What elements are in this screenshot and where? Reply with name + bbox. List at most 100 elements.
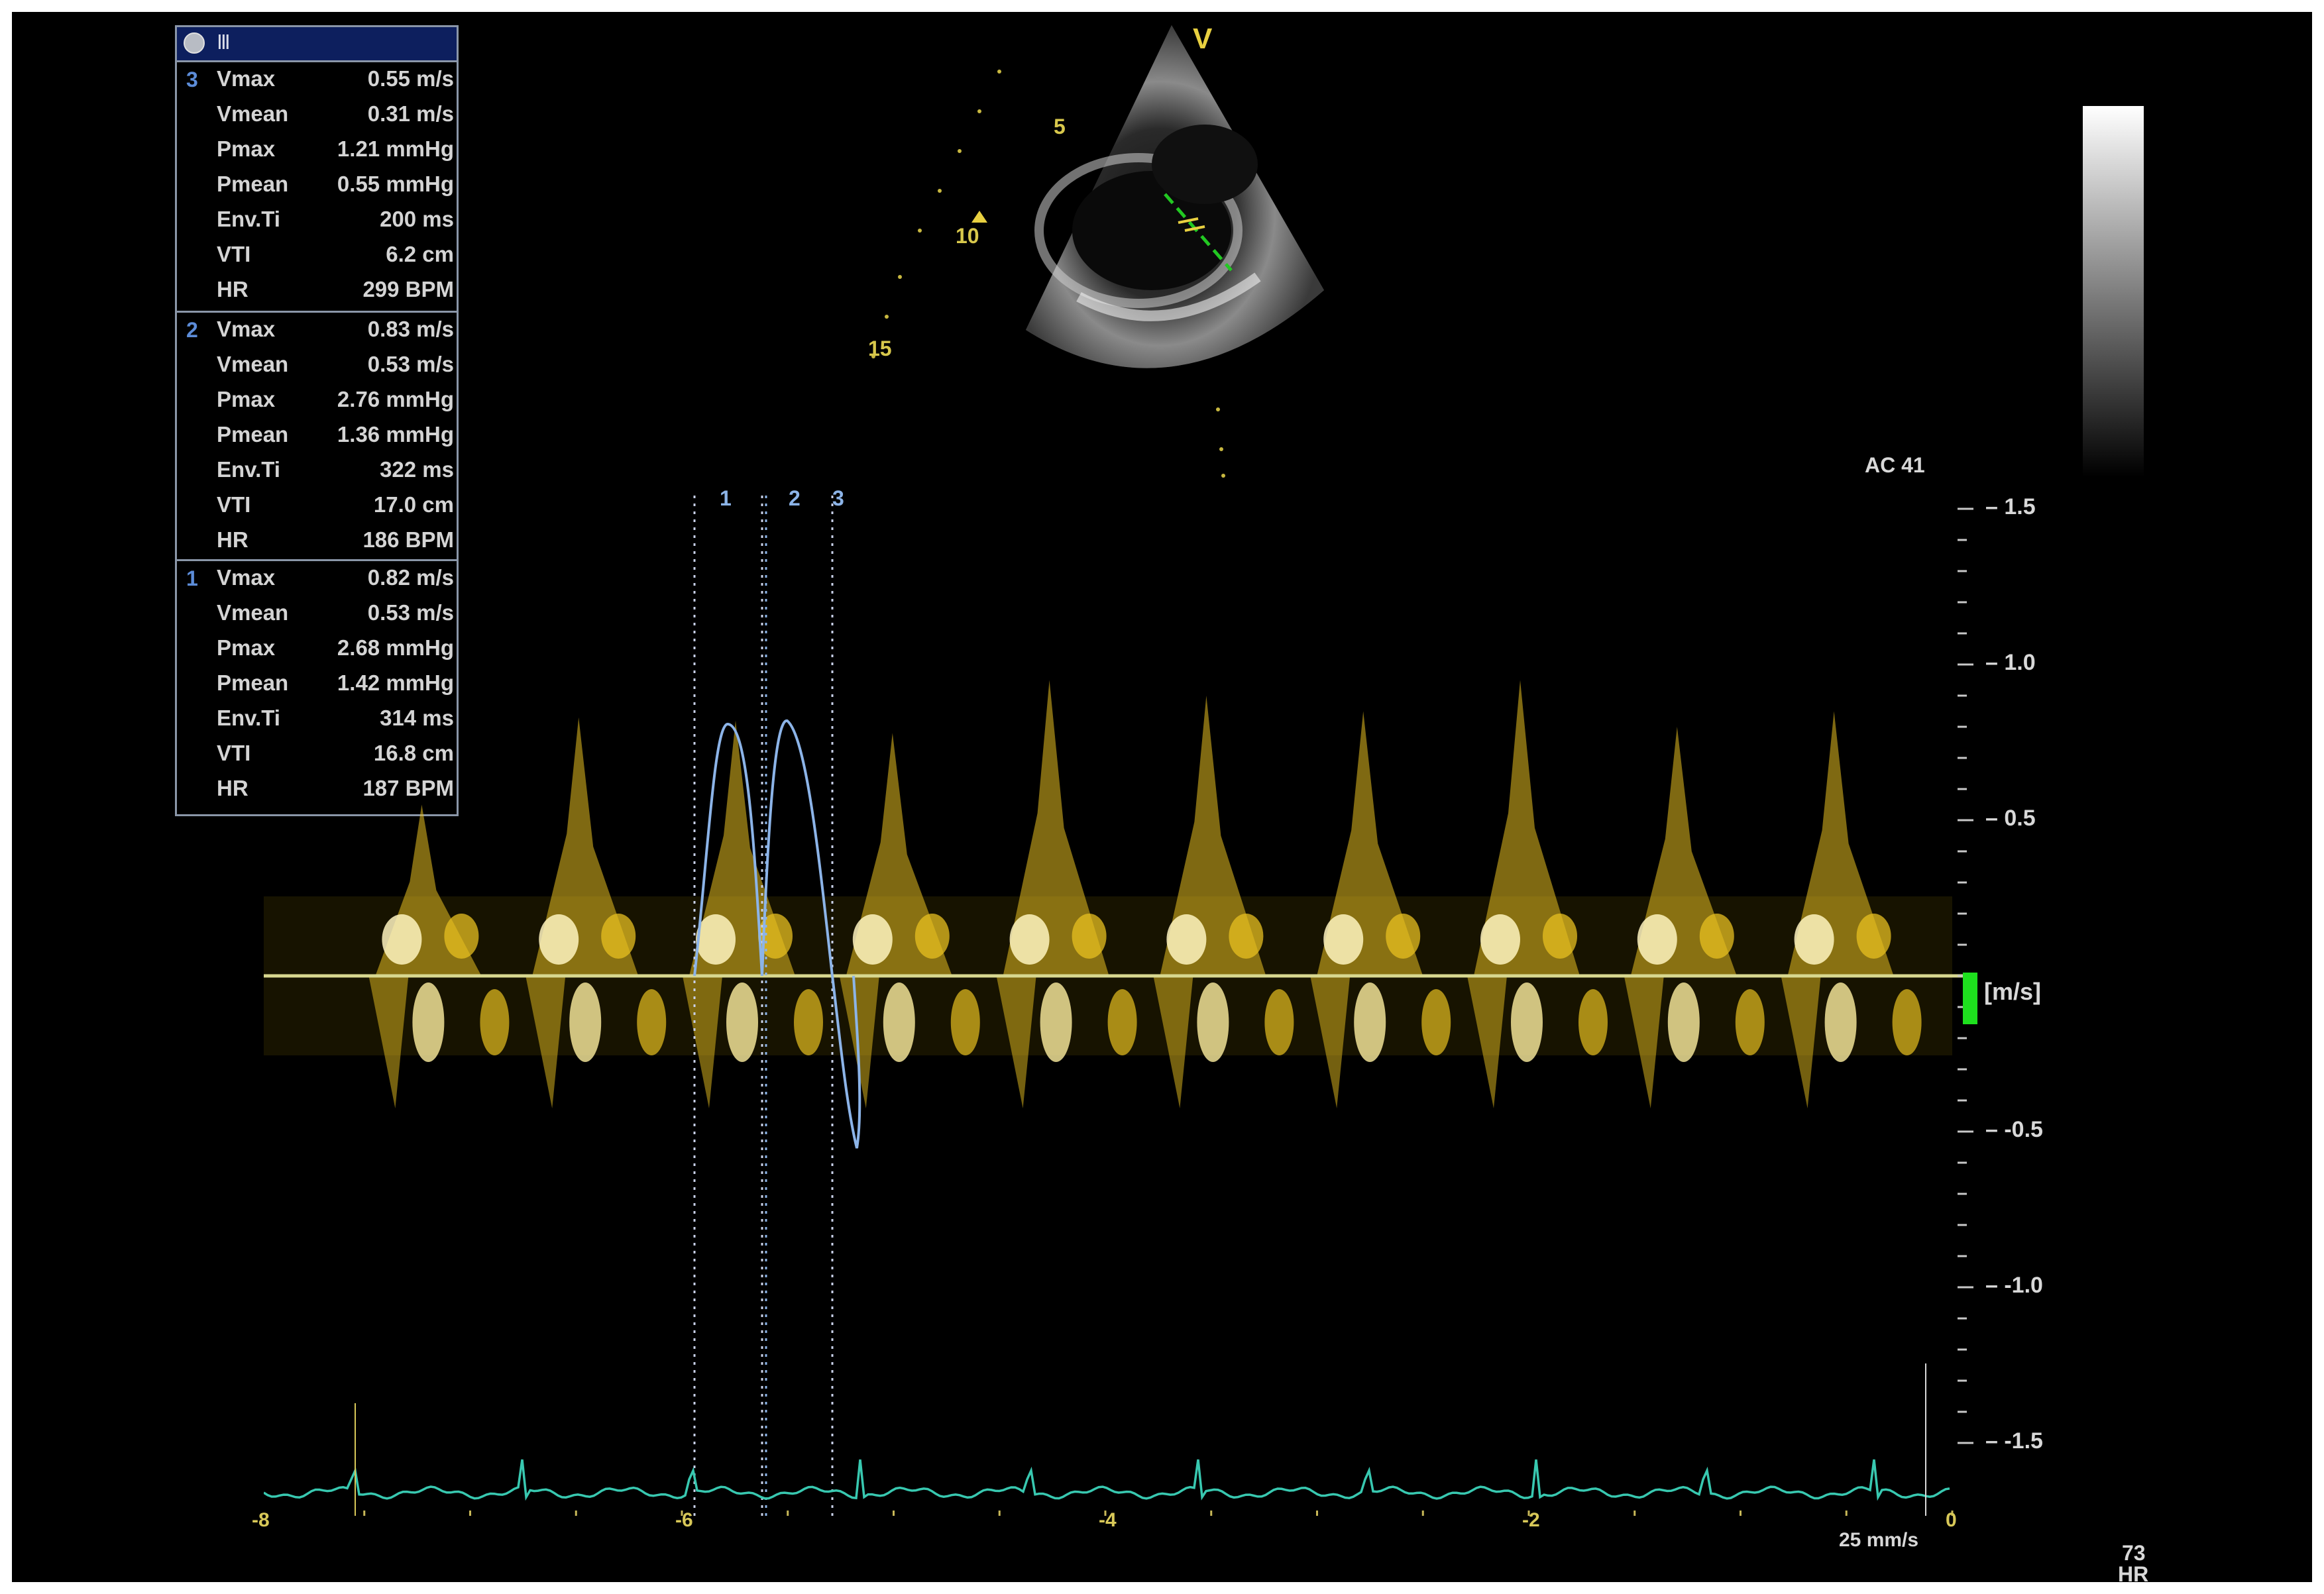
measurement-name: VTI [217,242,251,266]
measurement-group-3: 3 Vmax 0.55 m/s Vmean 0.31 m/s Pmax 1.21 mmHg P… [177,62,457,310]
spectral-bright-spot [601,914,636,959]
spectral-bright-spot [1107,989,1137,1055]
measurement-row: Env.Ti 322 ms [177,453,457,488]
measurement-row: Env.Ti 200 ms [177,203,457,238]
doppler-spectrum-plot [264,496,1973,1516]
measurement-value: 6.2 cm [386,242,454,266]
velocity-units-label: [m/s] [1984,978,2042,1005]
measurement-row: Pmean 0.55 mmHg [177,168,457,203]
measurement-name: Vmax [217,66,276,91]
velocity-tick-label: – 1.0 [1985,650,2036,675]
probe-orientation-marker: V [1193,23,1213,55]
measurement-value: 0.55 m/s [367,66,454,91]
panel-header-label: Ⅲ [217,32,231,54]
time-tick-label: -8 [252,1509,270,1531]
spectral-bright-spot [1824,983,1857,1062]
measurement-name: Pmax [217,387,276,411]
velocity-tick-label: – 1.5 [1985,494,2036,519]
grayscale-map-bar [2083,106,2144,477]
spectral-bright-spot [1578,989,1608,1055]
spectral-bright-spot [1699,914,1734,959]
spectral-bright-spot [637,989,667,1055]
spectral-bright-spot [726,983,758,1062]
measurement-value: 1.21 mmHg [337,136,454,161]
velocity-tick-label: – -0.5 [1985,1117,2043,1142]
measurement-value: 299 BPM [362,277,454,301]
spectral-bright-spot [1354,983,1386,1062]
caliper-label: 3 [832,486,844,510]
spectral-bright-spot [794,989,823,1055]
spectral-bright-spot [569,983,602,1062]
measurement-panel-header[interactable]: Ⅲ [177,27,457,62]
spectral-bright-spot [444,914,479,959]
velocity-tick-label: – 0.5 [1985,806,2036,831]
measurement-row: Vmax 0.55 m/s [177,62,457,97]
spectral-bright-spot [914,914,950,959]
measurement-row: HR 299 BPM [177,273,457,308]
spectral-bright-spot [1040,983,1072,1062]
spectral-bright-spot [480,989,510,1055]
spectral-bright-spot [1229,914,1264,959]
measurement-row: Vmean 0.53 m/s [177,348,457,383]
time-tick-label: -4 [1099,1509,1117,1531]
depth-label-15: 15 [868,337,892,360]
ecg-trace [264,1459,1950,1501]
spectral-bright-spot [1667,983,1700,1062]
doppler-spectrum[interactable] [264,496,1973,1516]
measurement-name: Pmax [217,136,276,161]
time-tick-label: -6 [675,1509,693,1531]
measurement-value: 322 ms [380,457,454,482]
measurement-value: 0.83 m/s [367,317,454,341]
spectral-bright-spot [1072,914,1107,959]
ac-label: AC 41 [1865,453,1925,477]
measurement-name: Vmax [217,317,276,341]
measurement-value: 0.31 m/s [367,101,454,126]
spectral-bright-spot [696,914,736,965]
spectral-bright-spot [1197,983,1229,1062]
measurement-row: Vmean 0.31 m/s [177,97,457,133]
spectral-bright-spot [382,914,422,965]
spectral-bright-spot [1264,989,1294,1055]
spectral-bright-spot [412,983,445,1062]
measurement-name: HR [217,776,249,800]
spectral-bright-spot [1166,914,1207,965]
measurement-row: Vmax 0.83 m/s [177,313,457,348]
measurement-name: Pmean [217,422,289,447]
measurement-value: 0.53 m/s [367,352,454,376]
sweep-speed-label: 25 mm/s [1839,1529,1919,1551]
ultrasound-screen: Ⅲ 3 Vmax 0.55 m/s Vmean 0.31 m/s Pmax 1.21 mmH… [12,12,2312,1582]
measurement-name: Pmean [217,172,289,196]
time-tick-label: 0 [1946,1509,1957,1531]
velocity-tick-label: – -1.0 [1985,1273,2043,1298]
heart-rate-label: HR [2118,1562,2149,1582]
depth-label-5: 5 [1054,115,1066,138]
spectral-bright-spot [1892,989,1922,1055]
spectral-bright-spot [1794,914,1834,965]
spectral-bright-spot [539,914,579,965]
caliper-label: 1 [720,486,732,510]
spectral-bright-spot [1543,914,1577,959]
spectral-bright-spot [852,914,893,965]
caliper-label: 2 [789,486,801,510]
measurement-row: Pmean 1.36 mmHg [177,418,457,453]
measurement-value: 0.55 mmHg [337,172,454,196]
spectral-bright-spot [950,989,980,1055]
baseline-marker[interactable] [1963,973,1977,1024]
spectral-bright-spot [1480,914,1520,965]
time-tick-label: -2 [1522,1509,1540,1531]
measurement-value: 200 ms [380,207,454,231]
echo-2d-view: 5 10 15 [860,12,1430,489]
panel-toggle-icon[interactable] [184,32,205,54]
spectral-bright-spot [1009,914,1050,965]
measurement-name: HR [217,277,249,301]
measurement-name: VTI [217,741,251,765]
measurement-row: VTI 6.2 cm [177,238,457,273]
spectral-bright-spot [1511,983,1543,1062]
spectral-bright-spot [1386,914,1421,959]
measurement-name: HR [217,527,249,552]
velocity-tick-label: – -1.5 [1985,1428,2043,1454]
depth-label-10: 10 [956,224,979,248]
measurement-name: Env.Ti [217,457,280,482]
measurement-name: Env.Ti [217,207,280,231]
spectral-bright-spot [883,983,915,1062]
